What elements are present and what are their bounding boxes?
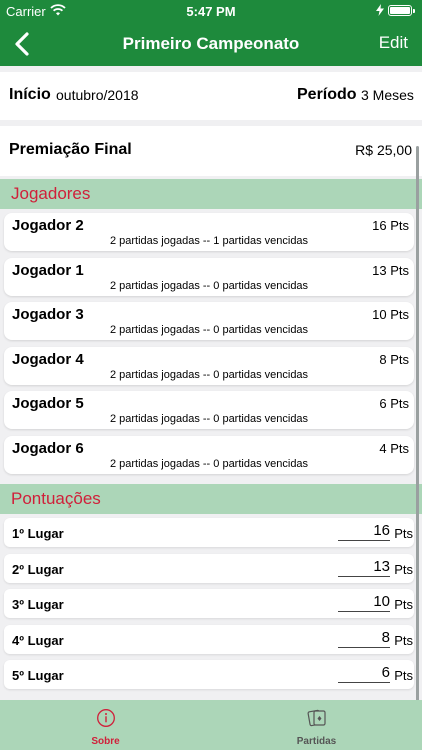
- tab-partidas[interactable]: Partidas: [211, 700, 422, 750]
- place-label: 5º Lugar: [12, 668, 64, 683]
- player-name: Jogador 2: [12, 217, 84, 234]
- player-name: Jogador 5: [12, 395, 84, 412]
- points-unit: Pts: [394, 668, 413, 683]
- player-stats: 2 partidas jogadas -- 0 partidas vencida…: [109, 369, 309, 381]
- points-unit: Pts: [394, 597, 413, 612]
- player-stats: 2 partidas jogadas -- 0 partidas vencida…: [109, 458, 309, 470]
- tab-partidas-label: Partidas: [296, 736, 337, 747]
- prize-label: Premiação Final: [9, 141, 132, 158]
- player-points: 4 Pts: [379, 441, 409, 456]
- player-row[interactable]: Jogador 2 16 Pts 2 partidas jogadas -- 1…: [4, 213, 414, 251]
- score-row: 3º Lugar Pts: [4, 589, 414, 618]
- tab-bar: Sobre Partidas: [0, 700, 422, 750]
- top-bar: Carrier 5:47 PM Primeiro Campeonato Edit: [0, 0, 422, 66]
- players-section-title: Jogadores: [11, 184, 91, 203]
- scores-section-title: Pontuações: [11, 489, 101, 508]
- player-row[interactable]: Jogador 4 8 Pts 2 partidas jogadas -- 0 …: [4, 347, 414, 385]
- player-stats: 2 partidas jogadas -- 1 partidas vencida…: [109, 235, 309, 247]
- page-title: Primeiro Campeonato: [122, 34, 300, 53]
- status-bar: Carrier 5:47 PM: [0, 0, 422, 22]
- player-row[interactable]: Jogador 5 6 Pts 2 partidas jogadas -- 0 …: [4, 391, 414, 429]
- points-unit: Pts: [394, 526, 413, 541]
- info-icon: [97, 709, 115, 727]
- points-unit: Pts: [394, 633, 413, 648]
- player-stats: 2 partidas jogadas -- 0 partidas vencida…: [109, 413, 309, 425]
- place-label: 1º Lugar: [12, 526, 64, 541]
- points-field[interactable]: [338, 664, 390, 683]
- players-section-header: Jogadores: [0, 179, 422, 209]
- prize-value: R$ 25,00: [355, 142, 412, 158]
- player-points: 10 Pts: [372, 307, 409, 322]
- score-row: 5º Lugar Pts: [4, 660, 414, 689]
- player-points: 8 Pts: [379, 352, 409, 367]
- navigation-bar: Primeiro Campeonato Edit: [0, 22, 422, 66]
- charging-icon: [376, 4, 384, 16]
- points-field[interactable]: [338, 522, 390, 541]
- place-label: 4º Lugar: [12, 633, 64, 648]
- cards-icon: [307, 709, 326, 727]
- start-label: Início: [9, 86, 51, 103]
- player-row[interactable]: Jogador 6 4 Pts 2 partidas jogadas -- 0 …: [4, 436, 414, 474]
- prize-card: Premiação Final R$ 25,00: [0, 126, 422, 176]
- content-scroll[interactable]: Início outubro/2018 Período 3 Meses Prem…: [0, 66, 422, 700]
- player-name: Jogador 1: [12, 262, 84, 279]
- player-name: Jogador 3: [12, 306, 84, 323]
- player-row[interactable]: Jogador 1 13 Pts 2 partidas jogadas -- 0…: [4, 258, 414, 296]
- championship-info: Início outubro/2018 Período 3 Meses: [0, 72, 422, 120]
- place-label: 3º Lugar: [12, 597, 64, 612]
- period-value: 3 Meses: [361, 87, 414, 103]
- tab-sobre-label: Sobre: [91, 736, 120, 747]
- points-field[interactable]: [338, 558, 390, 577]
- place-label: 2º Lugar: [12, 562, 64, 577]
- start-value: outubro/2018: [56, 87, 139, 103]
- points-field[interactable]: [338, 629, 390, 648]
- player-points: 6 Pts: [379, 396, 409, 411]
- score-row: 1º Lugar Pts: [4, 518, 414, 547]
- period-label: Período: [297, 86, 357, 103]
- player-points: 13 Pts: [372, 263, 409, 278]
- score-row: 2º Lugar Pts: [4, 554, 414, 583]
- battery-icon: [388, 5, 415, 16]
- player-name: Jogador 6: [12, 440, 84, 457]
- clock: 5:47 PM: [186, 4, 236, 19]
- player-name: Jogador 4: [12, 351, 84, 368]
- scrollbar[interactable]: [416, 146, 419, 700]
- score-row: 4º Lugar Pts: [4, 625, 414, 654]
- player-stats: 2 partidas jogadas -- 0 partidas vencida…: [109, 324, 309, 336]
- tab-sobre[interactable]: Sobre: [0, 700, 211, 750]
- points-unit: Pts: [394, 562, 413, 577]
- edit-button[interactable]: Edit: [379, 33, 408, 53]
- player-row[interactable]: Jogador 3 10 Pts 2 partidas jogadas -- 0…: [4, 302, 414, 340]
- points-field[interactable]: [338, 593, 390, 612]
- player-points: 16 Pts: [372, 218, 409, 233]
- scores-section-header: Pontuações: [0, 484, 422, 514]
- player-stats: 2 partidas jogadas -- 0 partidas vencida…: [109, 280, 309, 292]
